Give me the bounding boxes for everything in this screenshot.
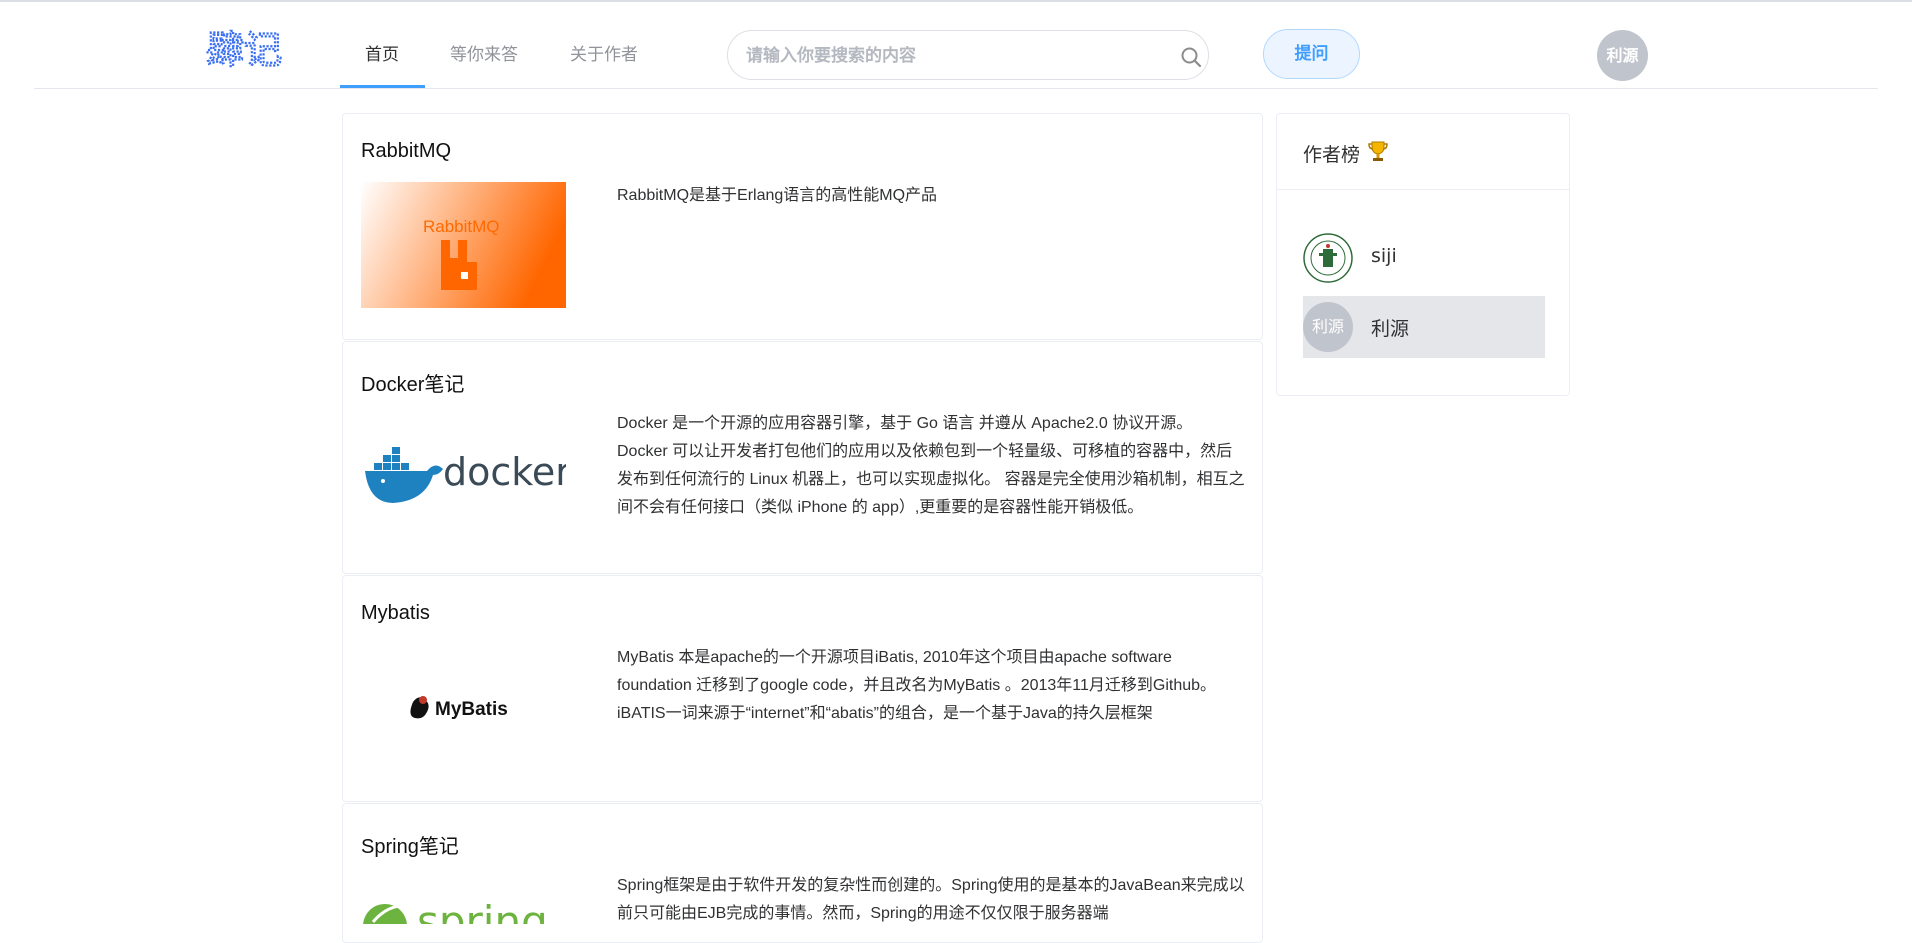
spring-thumbnail[interactable]: spring xyxy=(361,896,566,924)
trophy-icon xyxy=(1368,141,1388,161)
author-ranking-panel: 作者榜 siji 利源 利源 xyxy=(1276,113,1570,396)
nav-waiting-answers[interactable]: 等你来答 xyxy=(450,40,518,65)
mybatis-logo-text: MyBatis xyxy=(435,699,508,720)
post-card[interactable]: RabbitMQ RabbitMQ RabbitMQ是基于Erlang语言的高性… xyxy=(342,113,1263,340)
author-avatar[interactable] xyxy=(1303,233,1353,283)
docker-logo-text: docker xyxy=(443,450,566,494)
post-title[interactable]: Mybatis xyxy=(361,602,430,625)
rabbitmq-logo-text: RabbitMQ xyxy=(423,217,500,236)
post-description: Spring框架是由于软件开发的复杂性而创建的。Spring使用的是基本的Jav… xyxy=(617,877,1245,922)
author-avatar[interactable]: 利源 xyxy=(1303,302,1353,352)
post-description: MyBatis 本是apache的一个开源项目iBatis, 2010年这个项目… xyxy=(617,649,1217,722)
nav-home[interactable]: 首页 xyxy=(365,40,399,65)
docker-thumbnail[interactable]: docker xyxy=(361,437,566,507)
logo-text: 肆记 xyxy=(206,28,282,70)
author-item[interactable]: siji xyxy=(1303,227,1545,289)
spring-logo-text: spring xyxy=(417,897,548,924)
post-card[interactable]: Spring笔记 spring Spring框架是由于软件开发的复杂性而创建的。… xyxy=(342,803,1263,943)
post-title[interactable]: Docker笔记 xyxy=(361,368,464,397)
post-description: RabbitMQ是基于Erlang语言的高性能MQ产品 xyxy=(617,187,938,204)
author-item[interactable]: 利源 利源 xyxy=(1303,296,1545,358)
author-ranking-header: 作者榜 xyxy=(1277,114,1569,190)
search-icon[interactable] xyxy=(1180,46,1202,68)
nav-about-author[interactable]: 关于作者 xyxy=(570,40,638,65)
mybatis-thumbnail[interactable]: MyBatis xyxy=(361,688,566,728)
post-title[interactable]: Spring笔记 xyxy=(361,830,459,859)
post-card[interactable]: Docker笔记 docker Docker 是一个开源的应用容器引擎，基于 G… xyxy=(342,341,1263,574)
ask-question-button[interactable]: 提问 xyxy=(1263,29,1360,79)
header-divider xyxy=(34,88,1878,89)
author-name[interactable]: siji xyxy=(1371,245,1397,267)
rabbitmq-thumbnail[interactable]: RabbitMQ xyxy=(361,182,566,308)
search-box xyxy=(727,30,1209,80)
search-input[interactable] xyxy=(746,43,1166,69)
user-avatar[interactable]: 利源 xyxy=(1597,30,1648,81)
header: 肆记 首页 等你来答 关于作者 提问 利源 xyxy=(0,2,1912,89)
site-logo[interactable]: 肆记 xyxy=(206,28,288,70)
post-card[interactable]: Mybatis MyBatis MyBatis 本是apache的一个开源项目i… xyxy=(342,575,1263,802)
author-name[interactable]: 利源 xyxy=(1371,314,1409,341)
author-ranking-title: 作者榜 xyxy=(1303,144,1361,166)
post-description: Docker 是一个开源的应用容器引擎，基于 Go 语言 并遵从 Apache2… xyxy=(617,415,1245,516)
post-title[interactable]: RabbitMQ xyxy=(361,140,451,163)
